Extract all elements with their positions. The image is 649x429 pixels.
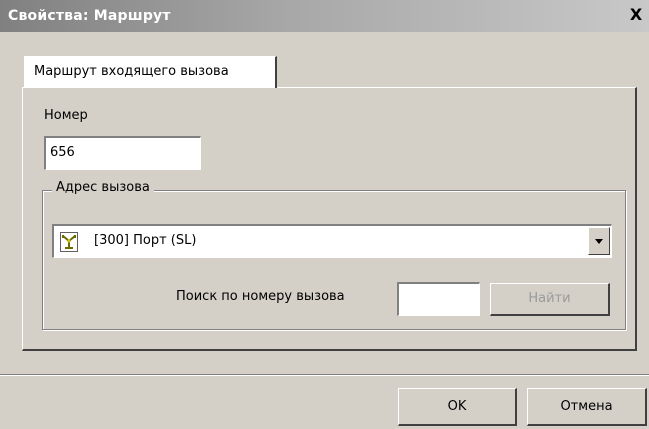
number-input[interactable]: 656: [44, 136, 201, 170]
title-bar[interactable]: Свойства: Маршрут X: [0, 0, 649, 32]
call-address-group-label: Адрес вызова: [52, 180, 154, 195]
search-by-number-label: Поиск по номеру вызова: [176, 289, 345, 304]
search-number-input[interactable]: [397, 282, 480, 316]
tab-incoming-call-route[interactable]: Маршрут входящего вызова: [24, 56, 277, 88]
call-address-value: [300] Порт (SL): [94, 233, 197, 248]
ok-button[interactable]: OK: [398, 388, 517, 426]
tab-label: Маршрут входящего вызова: [34, 64, 229, 79]
cancel-button[interactable]: Отмена: [527, 388, 647, 426]
properties-dialog: Свойства: Маршрут X Маршрут входящего вы…: [0, 0, 649, 429]
call-address-select[interactable]: [300] Порт (SL): [52, 224, 612, 258]
chevron-down-icon[interactable]: [588, 227, 610, 255]
find-button[interactable]: Найти: [490, 283, 610, 316]
close-button[interactable]: X: [627, 6, 645, 24]
window-title: Свойства: Маршрут: [8, 8, 171, 24]
port-icon: [60, 232, 78, 252]
footer-divider: [0, 374, 649, 376]
number-label: Номер: [44, 108, 88, 123]
